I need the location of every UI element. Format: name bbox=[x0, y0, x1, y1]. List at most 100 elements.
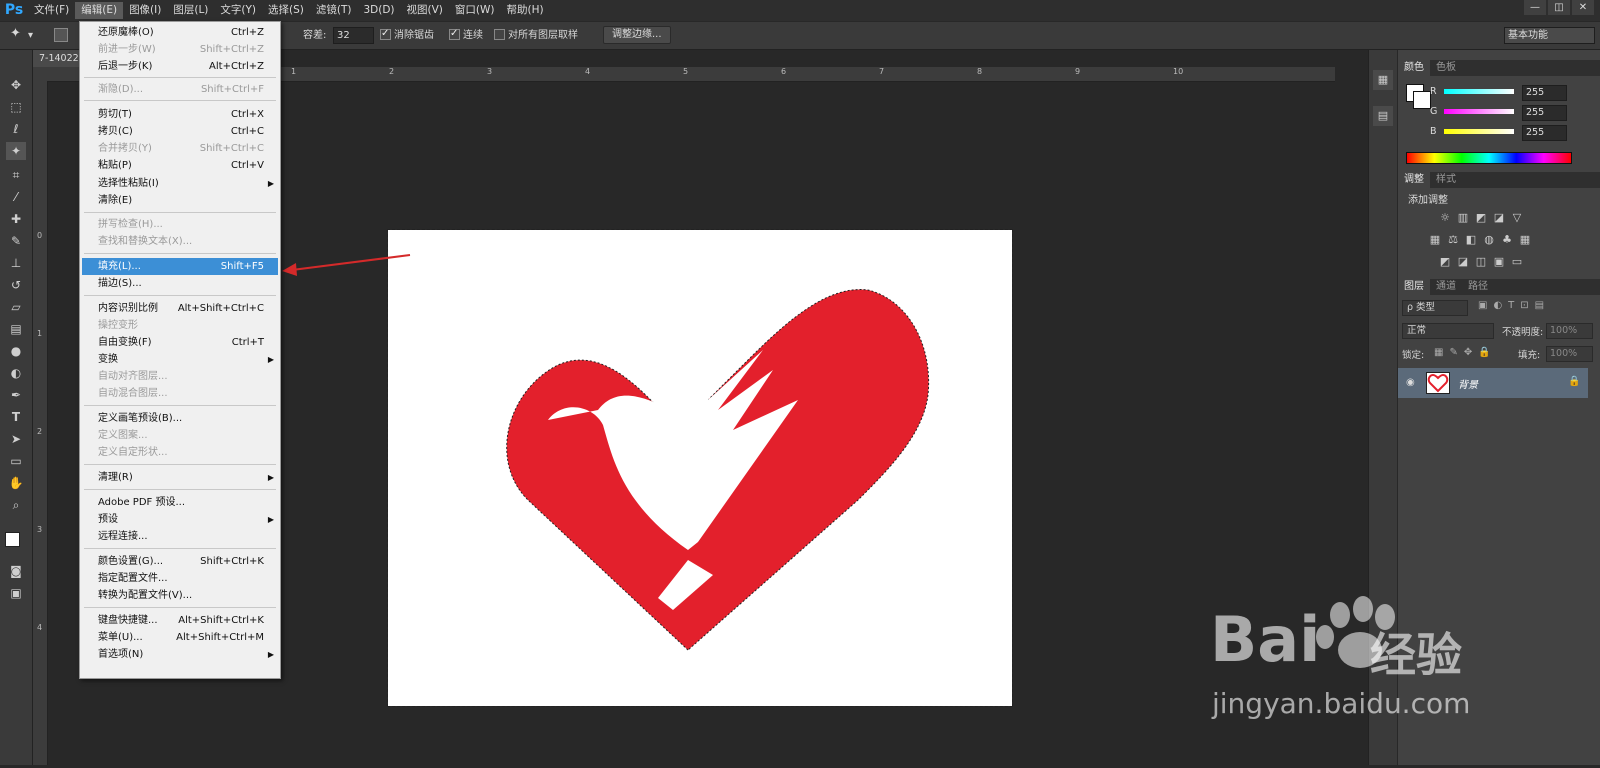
menu-item-define-pattern[interactable]: 定义图案... bbox=[80, 427, 280, 444]
menu-item-paste[interactable]: 粘贴(P) Ctrl+V bbox=[80, 157, 280, 174]
blue-gradient[interactable] bbox=[1444, 129, 1514, 134]
threshold-icon[interactable]: ◫ bbox=[1474, 255, 1488, 268]
blue-slider[interactable]: B 255 bbox=[1430, 125, 1567, 141]
new-selection-icon[interactable] bbox=[54, 28, 68, 42]
hue-saturation-icon[interactable]: ▦ bbox=[1428, 233, 1442, 246]
menu-item-auto-blend[interactable]: 自动混合图层... bbox=[80, 385, 280, 402]
tab-color[interactable]: 颜色 bbox=[1398, 60, 1430, 76]
gradient-map-icon[interactable]: ▭ bbox=[1510, 255, 1524, 268]
brightness-icon[interactable]: ☼ bbox=[1438, 211, 1452, 224]
green-gradient[interactable] bbox=[1444, 109, 1514, 114]
blue-value-input[interactable]: 255 bbox=[1522, 125, 1567, 141]
menu-filter[interactable]: 滤镜(T) bbox=[310, 2, 358, 19]
black-white-icon[interactable]: ◧ bbox=[1464, 233, 1478, 246]
stamp-tool-icon[interactable]: ⊥ bbox=[6, 254, 26, 272]
move-tool-icon[interactable]: ✥ bbox=[6, 76, 26, 94]
menu-file[interactable]: 文件(F) bbox=[28, 2, 75, 19]
fill-input[interactable]: 100% bbox=[1546, 346, 1593, 362]
history-panel-icon[interactable]: ▦ bbox=[1373, 70, 1393, 90]
menu-view[interactable]: 视图(V) bbox=[401, 2, 449, 19]
blend-mode-select[interactable]: 正常 bbox=[1402, 323, 1494, 339]
menu-edit[interactable]: 编辑(E) bbox=[75, 2, 124, 19]
menu-item-preferences[interactable]: 首选项(N) ▶ bbox=[80, 646, 280, 663]
chevron-down-icon[interactable]: ▾ bbox=[28, 28, 33, 43]
menu-select[interactable]: 选择(S) bbox=[262, 2, 310, 19]
tab-channels[interactable]: 通道 bbox=[1430, 279, 1462, 295]
lock-icons[interactable]: ▦✎✥🔒 bbox=[1434, 347, 1497, 358]
levels-icon[interactable]: ▥ bbox=[1456, 211, 1470, 224]
tab-layers[interactable]: 图层 bbox=[1398, 279, 1430, 295]
photo-filter-icon[interactable]: ◍ bbox=[1482, 233, 1496, 246]
menu-item-stroke[interactable]: 描边(S)... bbox=[80, 275, 280, 292]
menu-item-undo[interactable]: 还原魔棒(O) Ctrl+Z bbox=[80, 24, 280, 41]
exposure-icon[interactable]: ◪ bbox=[1492, 211, 1506, 224]
minimize-button[interactable]: — bbox=[1524, 0, 1546, 15]
tab-swatches[interactable]: 色板 bbox=[1430, 60, 1462, 76]
layer-row-background[interactable]: ◉ 背景 🔒 bbox=[1398, 368, 1588, 398]
history-brush-icon[interactable]: ↺ bbox=[6, 276, 26, 294]
red-gradient[interactable] bbox=[1444, 89, 1514, 94]
menu-item-spell-check[interactable]: 拼写检查(H)... bbox=[80, 216, 280, 233]
red-slider[interactable]: R 255 bbox=[1430, 85, 1567, 101]
menu-item-find-replace[interactable]: 查找和替换文本(X)... bbox=[80, 233, 280, 250]
eye-visibility-icon[interactable]: ◉ bbox=[1406, 377, 1415, 388]
magic-wand-icon[interactable]: ✦ bbox=[10, 26, 21, 41]
lasso-tool-icon[interactable]: ℓ bbox=[6, 120, 26, 138]
refine-edge-button[interactable]: 调整边缘... bbox=[603, 26, 671, 44]
posterize-icon[interactable]: ◪ bbox=[1456, 255, 1470, 268]
crop-tool-icon[interactable]: ⌗ bbox=[6, 166, 26, 184]
curves-icon[interactable]: ◩ bbox=[1474, 211, 1488, 224]
menu-item-color-settings[interactable]: 颜色设置(G)... Shift+Ctrl+K bbox=[80, 553, 280, 570]
dodge-tool-icon[interactable]: ◐ bbox=[6, 364, 26, 382]
color-balance-icon[interactable]: ⚖ bbox=[1446, 233, 1460, 246]
menu-item-free-transform[interactable]: 自由变换(F) Ctrl+T bbox=[80, 334, 280, 351]
close-button[interactable]: ✕ bbox=[1572, 0, 1594, 15]
color-lookup-icon[interactable]: ▦ bbox=[1518, 233, 1532, 246]
brush-tool-icon[interactable]: ✎ bbox=[6, 232, 26, 250]
menu-window[interactable]: 窗口(W) bbox=[449, 2, 501, 19]
type-tool-icon[interactable]: T bbox=[6, 408, 26, 426]
menu-type[interactable]: 文字(Y) bbox=[214, 2, 262, 19]
foreground-color-swatch[interactable] bbox=[5, 532, 20, 547]
magic-wand-tool-icon[interactable]: ✦ bbox=[6, 142, 26, 160]
menu-item-pdf-presets[interactable]: Adobe PDF 预设... bbox=[80, 494, 280, 511]
menu-item-puppet-warp[interactable]: 操控变形 bbox=[80, 317, 280, 334]
contiguous-checkbox[interactable]: 连续 bbox=[449, 26, 483, 43]
workspace-select[interactable]: 基本功能 bbox=[1504, 27, 1595, 44]
menu-item-menus[interactable]: 菜单(U)... Alt+Shift+Ctrl+M bbox=[80, 629, 280, 646]
menu-item-copy[interactable]: 拷贝(C) Ctrl+C bbox=[80, 123, 280, 140]
screen-mode-icon[interactable]: ▣ bbox=[6, 584, 26, 602]
menu-item-define-shape[interactable]: 定义自定形状... bbox=[80, 444, 280, 461]
selective-color-icon[interactable]: ▣ bbox=[1492, 255, 1506, 268]
quick-mask-icon[interactable]: ◙ bbox=[6, 562, 26, 580]
menu-item-assign-profile[interactable]: 指定配置文件... bbox=[80, 570, 280, 587]
tab-styles[interactable]: 样式 bbox=[1430, 172, 1462, 188]
menu-item-fade[interactable]: 渐隐(D)... Shift+Ctrl+F bbox=[80, 81, 280, 98]
zoom-tool-icon[interactable]: ⌕ bbox=[6, 496, 26, 514]
tab-adjustments[interactable]: 调整 bbox=[1398, 172, 1430, 188]
menu-item-paste-special[interactable]: 选择性粘贴(I) ▶ bbox=[80, 175, 280, 192]
layer-filter-select[interactable]: ρ 类型 bbox=[1402, 300, 1468, 316]
green-slider[interactable]: G 255 bbox=[1430, 105, 1567, 121]
color-spectrum-bar[interactable] bbox=[1406, 152, 1572, 164]
menu-item-auto-align[interactable]: 自动对齐图层... bbox=[80, 368, 280, 385]
vibrance-icon[interactable]: ▽ bbox=[1510, 211, 1524, 224]
layer-filter-icons[interactable]: ▣◐T⊡▤ bbox=[1478, 300, 1550, 311]
menu-item-convert-profile[interactable]: 转换为配置文件(V)... bbox=[80, 587, 280, 604]
document-canvas[interactable] bbox=[387, 229, 1013, 707]
gradient-tool-icon[interactable]: ▤ bbox=[6, 320, 26, 338]
eyedropper-tool-icon[interactable]: ⁄ bbox=[6, 188, 26, 206]
menu-item-clear[interactable]: 清除(E) bbox=[80, 192, 280, 209]
green-value-input[interactable]: 255 bbox=[1522, 105, 1567, 121]
menu-item-presets[interactable]: 预设 ▶ bbox=[80, 511, 280, 528]
channel-mixer-icon[interactable]: ♣ bbox=[1500, 233, 1514, 246]
menu-item-define-brush[interactable]: 定义画笔预设(B)... bbox=[80, 410, 280, 427]
shape-tool-icon[interactable]: ▭ bbox=[6, 452, 26, 470]
tolerance-input[interactable]: 32 bbox=[333, 27, 374, 44]
blur-tool-icon[interactable]: ● bbox=[6, 342, 26, 360]
menu-item-keyboard-shortcuts[interactable]: 键盘快捷键... Alt+Shift+Ctrl+K bbox=[80, 612, 280, 629]
path-selection-icon[interactable]: ➤ bbox=[6, 430, 26, 448]
marquee-tool-icon[interactable]: ⬚ bbox=[6, 98, 26, 116]
menu-help[interactable]: 帮助(H) bbox=[501, 2, 550, 19]
invert-icon[interactable]: ◩ bbox=[1438, 255, 1452, 268]
